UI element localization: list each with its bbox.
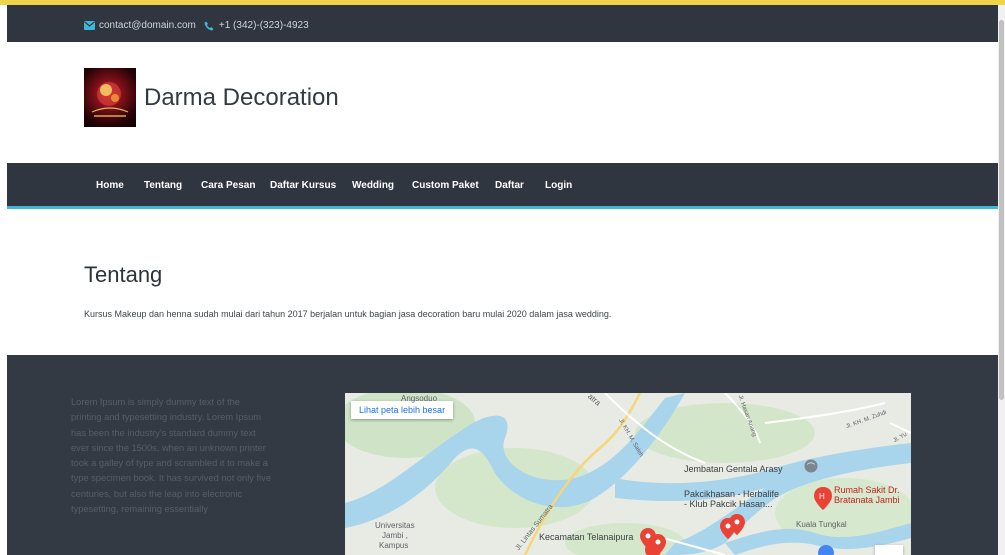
map-label-pakcik-line2: - Klub Pakcik Hasan... — [684, 499, 773, 509]
about-description: Kursus Makeup dan henna sudah mulai dari… — [84, 309, 612, 319]
darma-decoration-logo[interactable] — [84, 68, 136, 127]
nav-item-custom-paket[interactable]: Custom Paket — [412, 180, 479, 191]
envelope-icon — [84, 21, 95, 30]
nav-item-daftar-kursus[interactable]: Daftar Kursus — [270, 180, 336, 191]
map-label-angsoduo: Angsoduo — [401, 394, 438, 403]
map-label-hospital-line2: Bratanata Jambi — [834, 495, 900, 505]
footer: Lorem Ipsum is simply dummy text of the … — [7, 355, 998, 555]
map-label-kecamatan-telanaipura: Kecamatan Telanaipura — [539, 532, 634, 542]
zoom-in-icon — [875, 545, 903, 555]
nav-item-tentang[interactable]: Tentang — [144, 180, 182, 191]
nav-item-login[interactable]: Login — [545, 180, 572, 191]
phone-link[interactable]: +1 (342)-(323)-4923 — [219, 20, 309, 31]
map-label-pakcik-line1: Pakcikhasan - Herbalife — [684, 489, 780, 499]
svg-text:H: H — [819, 492, 825, 501]
map-label-hospital-line1: Rumah Sakit Dr. — [834, 485, 900, 495]
map-label-univ-line1: Universitas — [375, 521, 415, 530]
svg-text:⌒: ⌒ — [807, 463, 815, 472]
brand-name[interactable]: Darma Decoration — [144, 84, 339, 112]
contact-info: contact@domain.com +1 (342)-(323)-4923 — [84, 20, 309, 31]
nav-item-wedding[interactable]: Wedding — [352, 180, 394, 191]
page-scrollbar[interactable] — [998, 5, 1005, 555]
scrollbar-thumb[interactable] — [999, 20, 1004, 400]
phone-icon — [204, 21, 215, 31]
nav-item-cara-pesan[interactable]: Cara Pesan — [201, 180, 255, 191]
google-map-embed[interactable]: H ⌒ Lihat peta lebih besar Angsoduo atra… — [345, 393, 911, 555]
map-label-univ-line2: Jambi , — [382, 531, 408, 540]
email-link[interactable]: contact@domain.com — [99, 20, 196, 31]
page-title: Tentang — [84, 262, 163, 287]
contact-topbar: contact@domain.com +1 (342)-(323)-4923 — [7, 5, 998, 42]
map-zoom-button[interactable] — [875, 545, 903, 555]
map-label-bridge: Jembatan Gentala Arasy — [684, 464, 783, 474]
nav-item-home[interactable]: Home — [96, 180, 124, 191]
map-label-kuala-tungkal: Kuala Tungkal — [796, 520, 847, 529]
footer-lorem-text: Lorem Ipsum is simply dummy text of the … — [71, 397, 271, 515]
nav-item-daftar[interactable]: Daftar — [495, 180, 524, 191]
main-navbar: Home Tentang Cara Pesan Daftar Kursus We… — [7, 163, 998, 209]
map-label-univ-line3: Kampus — [379, 541, 409, 550]
brand[interactable]: Darma Decoration — [84, 68, 339, 127]
